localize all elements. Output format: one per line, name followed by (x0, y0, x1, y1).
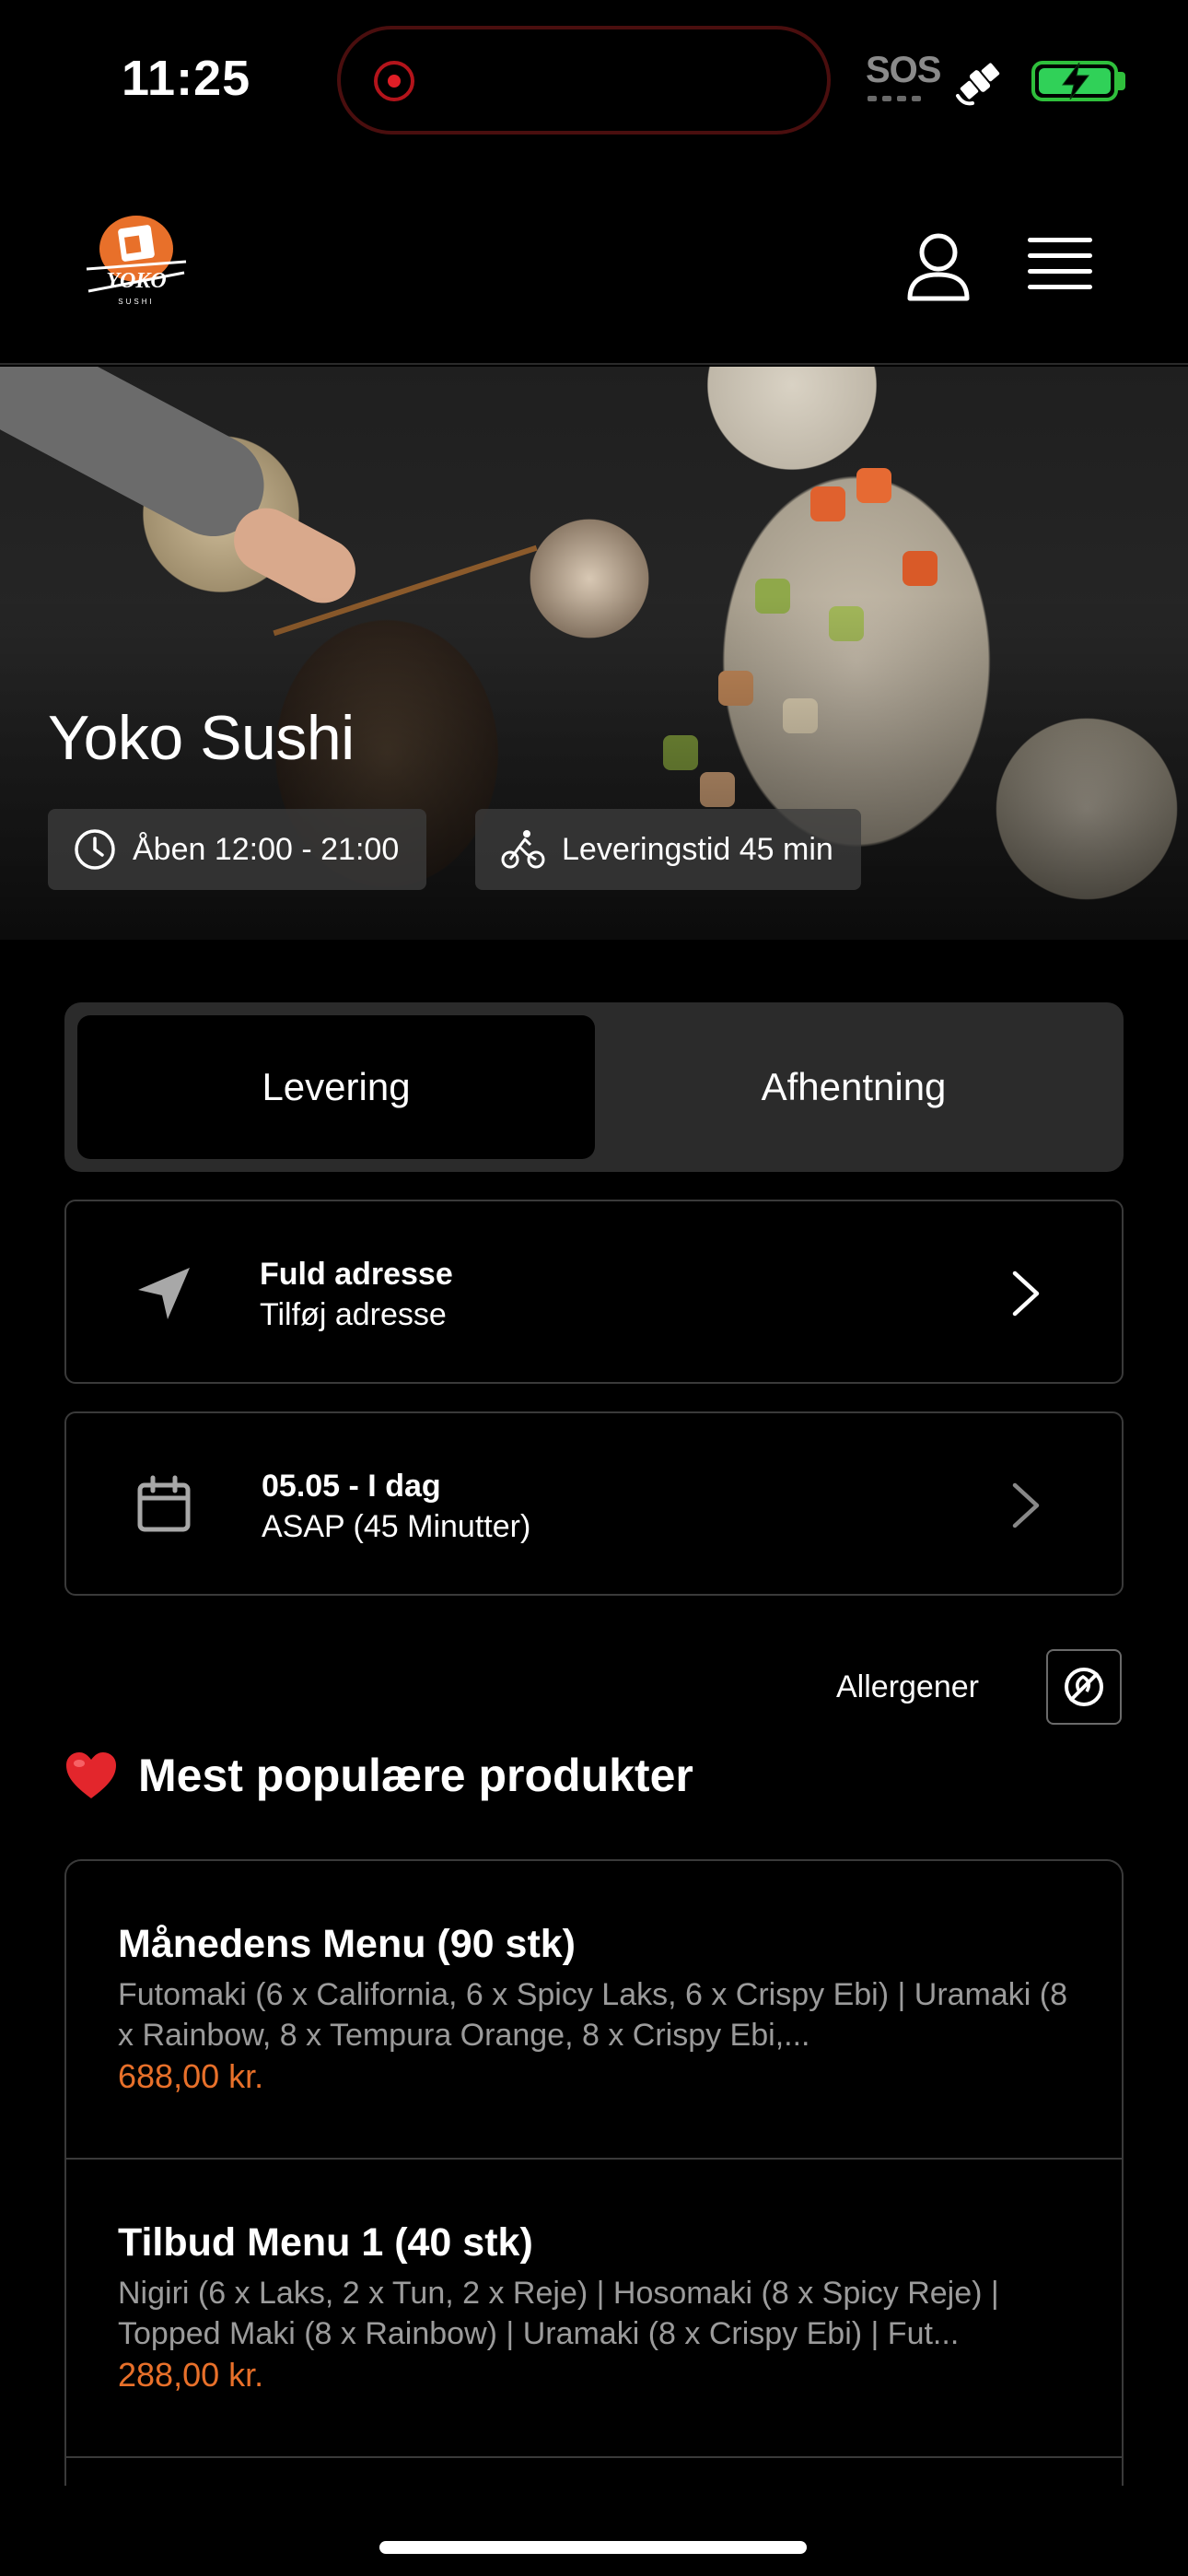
popular-products-title: Mest populære produkter (138, 1750, 693, 1801)
signal-dots-icon (868, 96, 932, 103)
app-header: YOKO SUSHI (0, 157, 1188, 365)
user-icon[interactable] (904, 230, 973, 304)
heart-icon (66, 1752, 116, 1798)
allergens-label: Allergener (836, 1669, 979, 1704)
chevron-right-icon (1012, 1270, 1040, 1317)
address-selector[interactable]: Fuld adresse Tilføj adresse (64, 1200, 1124, 1384)
product-description: Nigiri (6 x Laks, 2 x Tun, 2 x Reje) | H… (118, 2276, 999, 2351)
order-mode-toggle: Levering Afhentning (64, 1002, 1124, 1172)
restaurant-name: Yoko Sushi (48, 703, 355, 773)
dynamic-island (337, 26, 831, 135)
logo-text: YOKO (106, 269, 166, 293)
tab-pickup[interactable]: Afhentning (595, 1015, 1112, 1159)
delivery-time-subtitle: ASAP (45 Minutter) (262, 1509, 531, 1544)
allergens-filter-button[interactable] (1046, 1649, 1122, 1725)
product-item[interactable]: Tilbud Menu 1 (40 stk) Nigiri (6 x Laks,… (66, 2160, 1122, 2458)
sos-label: SOS (866, 50, 941, 90)
product-name: Månedens Menu (90 stk) (118, 1922, 576, 1966)
allergen-icon (1065, 1668, 1103, 1706)
home-indicator[interactable] (379, 2541, 807, 2554)
charging-bolt-icon (1062, 62, 1090, 100)
location-arrow-icon (138, 1268, 190, 1319)
status-bar: 11:25 SOS (0, 0, 1188, 157)
restaurant-hero: Yoko Sushi Åben 12:00 - 21:00 Leveringst… (0, 367, 1188, 940)
clock-icon (75, 829, 115, 870)
tab-delivery[interactable]: Levering (77, 1015, 595, 1159)
product-price: 688,00 kr. (118, 2057, 264, 2095)
opening-hours-text: Åben 12:00 - 21:00 (133, 831, 400, 867)
recording-indicator-icon (374, 61, 414, 101)
product-description: Futomaki (6 x California, 6 x Spicy Laks… (118, 1977, 1068, 2053)
hamburger-menu-icon[interactable] (1028, 238, 1092, 293)
delivery-time-badge: Leveringstid 45 min (475, 809, 861, 890)
sos-indicator: SOS (866, 50, 941, 109)
address-title: Fuld adresse (260, 1257, 453, 1292)
delivery-time-selector[interactable]: 05.05 - I dag ASAP (45 Minutter) (64, 1411, 1124, 1596)
battery-cap (1118, 72, 1125, 90)
product-price: 288,00 kr. (118, 2356, 264, 2394)
opening-hours-badge: Åben 12:00 - 21:00 (48, 809, 427, 890)
product-name: Tilbud Menu 1 (40 stk) (118, 2220, 533, 2265)
yoko-sushi-logo[interactable]: YOKO SUSHI (81, 208, 192, 310)
delivery-date-title: 05.05 - I dag (262, 1469, 441, 1504)
delivery-time-text: Leveringstid 45 min (562, 831, 833, 867)
app-screen: 11:25 SOS YOKO SUSHI Yoko Sushi Åben 12:… (0, 0, 1188, 2576)
popular-products-heading: Mest populære produkter (64, 1749, 693, 1802)
product-item[interactable]: Månedens Menu (90 stk) Futomaki (6 x Cal… (66, 1861, 1122, 2160)
chevron-right-icon (1012, 1482, 1040, 1528)
status-time: 11:25 (122, 51, 251, 106)
calendar-icon (137, 1475, 191, 1532)
bike-courier-icon (501, 830, 545, 869)
logo-subtext: SUSHI (118, 298, 154, 306)
address-subtitle: Tilføj adresse (260, 1297, 447, 1332)
product-list: Månedens Menu (90 stk) Futomaki (6 x Cal… (64, 1859, 1124, 2486)
satellite-icon (956, 63, 1000, 106)
